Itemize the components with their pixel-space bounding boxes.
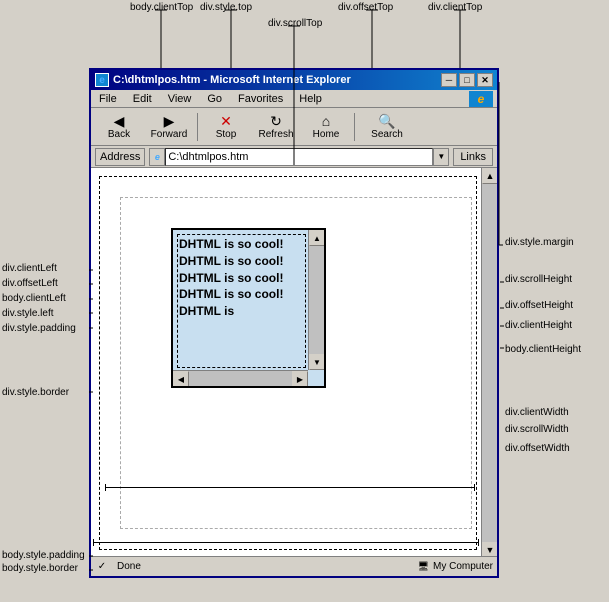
stop-icon: ✕: [220, 114, 232, 128]
inner-vscrollbar-track[interactable]: [309, 246, 324, 354]
page-background: DHTML is so cool! DHTML is so cool! DHTM…: [91, 168, 481, 558]
label-div-scroll-top: div.scrollTop: [268, 18, 322, 29]
body-client-width-line: [105, 487, 475, 488]
search-button[interactable]: 🔍 Search: [359, 111, 415, 143]
body-dashed-box: DHTML is so cool! DHTML is so cool! DHTM…: [99, 176, 477, 550]
browser-window: e C:\dhtmlpos.htm - Microsoft Internet E…: [89, 68, 499, 578]
diagram-container: body.clientTop div.style.top div.scrollT…: [0, 0, 609, 602]
status-zone: 🖥 My Computer: [149, 561, 493, 572]
label-div-style-left: div.style.left: [2, 308, 54, 319]
back-icon: ◀: [114, 114, 125, 128]
back-label: Back: [108, 129, 130, 140]
label-div-style-margin: div.style.margin: [505, 237, 574, 248]
refresh-icon: ↻: [270, 114, 282, 128]
label-div-scroll-width: div.scrollWidth: [505, 424, 569, 435]
ie-logo: e: [469, 91, 493, 107]
minimize-button[interactable]: ─: [441, 73, 457, 87]
search-icon: 🔍: [378, 114, 395, 128]
forward-label: Forward: [151, 129, 188, 140]
label-div-style-border: div.style.border: [2, 387, 69, 398]
label-div-offset-height: div.offsetHeight: [505, 300, 573, 311]
inner-vscrollbar-up[interactable]: ▲: [309, 230, 325, 246]
inner-hscrollbar-right[interactable]: ▶: [292, 371, 308, 387]
inner-hscrollbar-left[interactable]: ◀: [173, 371, 189, 387]
label-div-style-top: div.style.top: [200, 2, 252, 13]
label-div-scroll-height: div.scrollHeight: [505, 274, 572, 285]
ie-vscrollbar-up[interactable]: ▲: [482, 168, 497, 184]
stop-button[interactable]: ✕ Stop: [202, 111, 250, 143]
label-div-offset-left: div.offsetLeft: [2, 278, 58, 289]
label-div-style-padding: div.style.padding: [2, 323, 76, 334]
address-dropdown[interactable]: ▼: [433, 148, 449, 166]
inner-vscrollbar[interactable]: ▲ ▼: [308, 230, 324, 370]
inner-content-div[interactable]: DHTML is so cool! DHTML is so cool! DHTM…: [171, 228, 326, 388]
toolbar: ◀ Back ▶ Forward ✕ Stop ↻ Refresh ⌂ Home: [91, 108, 497, 146]
inner-vscrollbar-down[interactable]: ▼: [309, 354, 325, 370]
label-body-style-padding: body.style.padding: [2, 550, 85, 561]
menu-view[interactable]: View: [164, 93, 196, 105]
label-body-client-left: body.clientLeft: [2, 293, 66, 304]
titlebar-left: e C:\dhtmlpos.htm - Microsoft Internet E…: [95, 73, 351, 87]
inner-hscrollbar[interactable]: ◀ ▶: [173, 370, 308, 386]
label-div-client-top: div.clientTop: [428, 2, 482, 13]
titlebar-text: C:\dhtmlpos.htm - Microsoft Internet Exp…: [113, 74, 351, 86]
label-body-style-border: body.style.border: [2, 563, 78, 574]
maximize-button[interactable]: □: [459, 73, 475, 87]
computer-icon: 🖥: [418, 561, 429, 572]
ie-vscrollbar[interactable]: ▲ ▼: [481, 168, 497, 558]
label-div-client-height: div.clientHeight: [505, 320, 572, 331]
status-text: Done: [117, 561, 141, 572]
home-label: Home: [313, 129, 340, 140]
inner-hscrollbar-track[interactable]: [189, 371, 292, 386]
menubar: File Edit View Go Favorites Help e: [91, 90, 497, 108]
label-div-offset-width: div.offsetWidth: [505, 443, 570, 454]
refresh-label: Refresh: [258, 129, 293, 140]
statusbar: ✓ Done 🖥 My Computer: [91, 556, 497, 576]
zone-text: My Computer: [433, 561, 493, 572]
body-offset-width-line: [93, 542, 479, 543]
links-button[interactable]: Links: [453, 148, 493, 166]
home-icon: ⌂: [322, 114, 330, 128]
menu-favorites[interactable]: Favorites: [234, 93, 287, 105]
address-bar: Address e C:\dhtmlpos.htm ▼ Links: [91, 146, 497, 168]
ie-vscrollbar-track[interactable]: [482, 184, 497, 542]
menu-help[interactable]: Help: [295, 93, 326, 105]
label-body-client-top: body.clientTop: [130, 2, 193, 13]
address-ie-icon: e: [149, 148, 165, 166]
refresh-button[interactable]: ↻ Refresh: [252, 111, 300, 143]
titlebar-buttons[interactable]: ─ □ ✕: [441, 73, 493, 87]
menu-edit[interactable]: Edit: [129, 93, 156, 105]
search-label: Search: [371, 129, 403, 140]
toolbar-separator-2: [354, 113, 355, 141]
back-button[interactable]: ◀ Back: [95, 111, 143, 143]
ie-icon: e: [95, 73, 109, 87]
label-div-offset-top: div.offsetTop: [338, 2, 393, 13]
forward-icon: ▶: [164, 114, 175, 128]
menu-file[interactable]: File: [95, 93, 121, 105]
address-label: Address: [95, 148, 145, 166]
address-input[interactable]: C:\dhtmlpos.htm: [165, 148, 433, 166]
titlebar[interactable]: e C:\dhtmlpos.htm - Microsoft Internet E…: [91, 70, 497, 90]
status-icon: ✓: [95, 560, 109, 574]
home-button[interactable]: ⌂ Home: [302, 111, 350, 143]
label-div-client-width: div.clientWidth: [505, 407, 569, 418]
label-body-client-height: body.clientHeight: [505, 344, 581, 355]
inner-div-dashed-box: [177, 234, 306, 368]
body-client-dashed-box: DHTML is so cool! DHTML is so cool! DHTM…: [120, 197, 472, 529]
ie-content: DHTML is so cool! DHTML is so cool! DHTM…: [91, 168, 497, 558]
menu-go[interactable]: Go: [203, 93, 226, 105]
label-div-client-left: div.clientLeft: [2, 263, 57, 274]
toolbar-separator-1: [197, 113, 198, 141]
stop-label: Stop: [216, 129, 237, 140]
close-button[interactable]: ✕: [477, 73, 493, 87]
forward-button[interactable]: ▶ Forward: [145, 111, 193, 143]
